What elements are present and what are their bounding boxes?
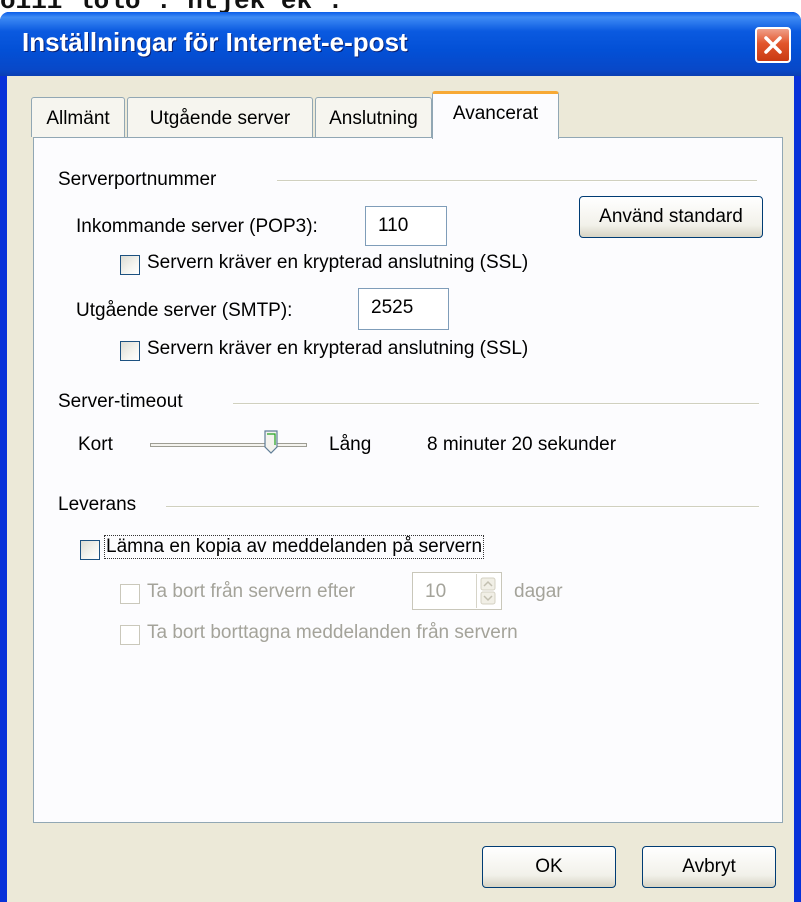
server-ports-divider (277, 180, 757, 182)
dialog-window: Inställningar för Internet-e-post Allmän… (0, 12, 801, 902)
outgoing-ssl-checkbox[interactable] (120, 341, 140, 361)
leave-copy-label: Lämna en kopia av meddelanden på servern (103, 535, 485, 559)
server-timeout-heading: Server-timeout (58, 391, 183, 412)
incoming-server-label: Inkommande server (POP3): (76, 216, 318, 237)
delivery-divider (166, 506, 759, 508)
days-spinner[interactable] (476, 574, 498, 608)
use-default-button[interactable]: Använd standard (579, 196, 763, 238)
advanced-tab-panel: Serverportnummer Inkommande server (POP3… (33, 137, 783, 823)
close-x-icon (764, 36, 782, 54)
remove-after-days-value: 10 (425, 581, 447, 602)
close-button[interactable] (755, 27, 791, 63)
remove-deleted-label: Ta bort borttagna meddelanden från serve… (147, 622, 518, 643)
outgoing-port-input[interactable]: 2525 (358, 288, 449, 330)
days-label: dagar (514, 581, 563, 602)
remove-deleted-checkbox[interactable] (120, 625, 140, 645)
spinner-arrows-icon (480, 577, 495, 605)
timeout-value-text: 8 minuter 20 sekunder (427, 434, 617, 455)
tab-advanced[interactable]: Avancerat (432, 91, 559, 139)
tab-general[interactable]: Allmänt (31, 97, 125, 137)
incoming-ssl-checkbox[interactable] (120, 255, 140, 275)
remove-after-days-input[interactable]: 10 (412, 572, 502, 610)
outgoing-ssl-label: Servern kräver en krypterad anslutning (… (147, 338, 529, 359)
server-timeout-divider (233, 403, 759, 405)
incoming-ssl-label: Servern kräver en krypterad anslutning (… (147, 252, 529, 273)
server-ports-heading: Serverportnummer (58, 169, 217, 190)
tab-connection[interactable]: Anslutning (315, 97, 432, 137)
dialog-title: Inställningar för Internet-e-post (22, 27, 408, 57)
remove-after-label: Ta bort från servern efter (147, 581, 356, 602)
leave-copy-checkbox[interactable] (80, 540, 100, 560)
timeout-short-label: Kort (78, 434, 113, 455)
remove-after-checkbox[interactable] (120, 584, 140, 604)
tab-outgoing-server[interactable]: Utgående server (127, 97, 313, 137)
incoming-port-input[interactable]: 110 (365, 206, 447, 246)
cancel-button[interactable]: Avbryt (642, 846, 776, 888)
timeout-long-label: Lång (329, 434, 372, 455)
outgoing-server-label: Utgående server (SMTP): (76, 300, 293, 321)
timeout-slider-track[interactable] (150, 443, 307, 447)
delivery-heading: Leverans (58, 494, 137, 515)
timeout-slider-thumb[interactable] (264, 430, 278, 454)
title-bar[interactable]: Inställningar för Internet-e-post (0, 12, 801, 76)
dialog-body: Allmänt Utgående server Anslutning Avanc… (7, 76, 794, 902)
ok-button[interactable]: OK (482, 846, 616, 888)
